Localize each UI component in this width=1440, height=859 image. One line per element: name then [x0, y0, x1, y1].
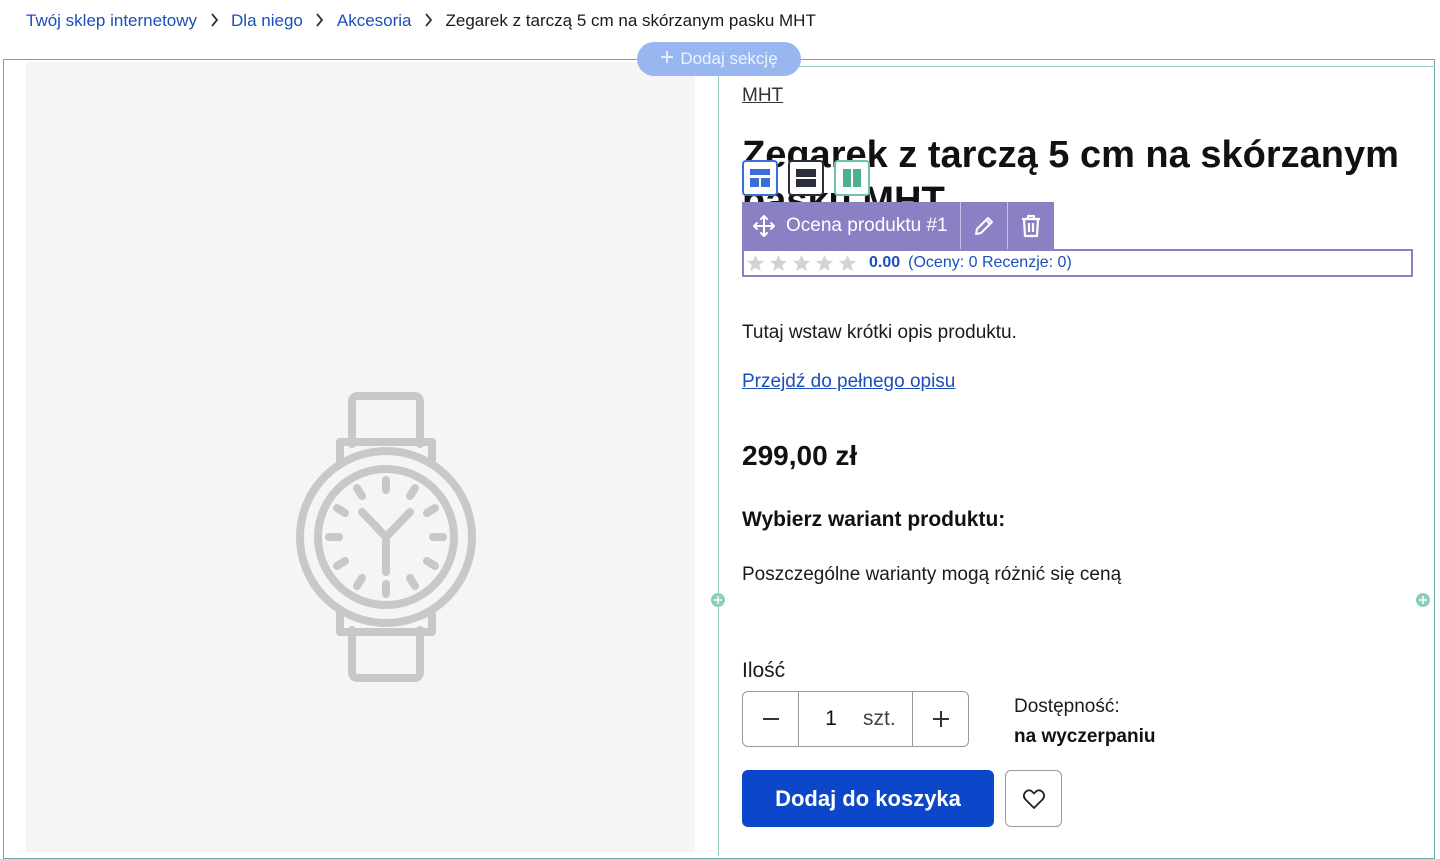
availability-value: na wyczerpaniu — [1014, 726, 1156, 747]
wishlist-button[interactable] — [1005, 770, 1062, 827]
breadcrumb-link-home[interactable]: Twój sklep internetowy — [26, 11, 197, 31]
add-to-cart-button[interactable]: Dodaj do koszyka — [742, 770, 994, 827]
minus-icon — [762, 718, 779, 720]
plus-icon — [714, 596, 722, 604]
star-icon — [792, 254, 811, 271]
quantity-unit: szt. — [863, 707, 896, 730]
trash-icon — [1021, 214, 1040, 238]
plus-icon — [932, 711, 949, 727]
watch-icon — [296, 392, 476, 682]
layout-grid-button[interactable] — [742, 160, 778, 196]
heart-icon — [1022, 788, 1045, 809]
star-icon — [838, 254, 857, 271]
delete-module-button[interactable] — [1006, 202, 1054, 250]
module-label: Ocena produktu #1 — [786, 215, 948, 236]
chevron-right-icon — [412, 11, 446, 31]
brand-link[interactable]: MHT — [742, 85, 783, 107]
variant-heading: Wybierz wariant produktu: — [742, 508, 1006, 531]
layout-columns-icon — [843, 169, 861, 187]
product-image-placeholder[interactable] — [26, 62, 695, 852]
column-resize-handle-right[interactable] — [1416, 593, 1430, 607]
column-resize-handle-left[interactable] — [711, 593, 725, 607]
quantity-increase-button[interactable] — [912, 692, 968, 746]
breadcrumb: Twój sklep internetowy Dla niego Akcesor… — [26, 11, 816, 31]
plus-icon — [1419, 596, 1427, 604]
quantity-label: Ilość — [742, 659, 786, 682]
full-description-link[interactable]: Przejdź do pełnego opisu — [742, 371, 955, 393]
rating-stars — [746, 254, 857, 273]
module-drag-handle[interactable]: Ocena produktu #1 — [742, 202, 960, 250]
quantity-decrease-button[interactable] — [743, 692, 799, 746]
layout-grid-icon — [750, 169, 770, 187]
breadcrumb-link-for-him[interactable]: Dla niego — [231, 11, 303, 31]
chevron-right-icon — [303, 11, 337, 31]
rating-counts[interactable]: (Oceny: 0 Recenzje: 0) — [908, 254, 1072, 272]
chevron-right-icon — [197, 11, 231, 31]
star-icon — [815, 254, 834, 271]
breadcrumb-link-accessories[interactable]: Akcesoria — [337, 11, 412, 31]
move-icon — [753, 215, 775, 237]
variant-note: Poszczególne warianty mogą różnić się ce… — [742, 564, 1122, 585]
plus-icon — [660, 49, 674, 69]
product-price: 299,00 zł — [742, 440, 858, 471]
rating-value: 0.00 — [869, 254, 901, 271]
add-section-label: Dodaj sekcję — [680, 49, 778, 68]
layout-rows-button[interactable] — [788, 160, 824, 196]
star-icon — [769, 254, 788, 271]
layout-rows-icon — [796, 169, 816, 187]
edit-module-button[interactable] — [959, 202, 1007, 250]
quantity-input[interactable] — [799, 706, 863, 732]
product-rating[interactable]: 0.00 (Oceny: 0 Recenzje: 0) — [742, 249, 1413, 277]
breadcrumb-current: Zegarek z tarczą 5 cm na skórzanym pasku… — [445, 11, 816, 30]
availability-label: Dostępność: — [1014, 696, 1120, 717]
star-icon — [746, 254, 765, 271]
pencil-icon — [974, 217, 993, 235]
short-description: Tutaj wstaw krótki opis produktu. — [742, 322, 1017, 343]
quantity-field: szt. — [799, 692, 912, 746]
add-section-button[interactable]: Dodaj sekcję — [637, 42, 801, 76]
module-toolbar: Ocena produktu #1 — [742, 202, 1054, 250]
layout-columns-button[interactable] — [834, 160, 870, 196]
layout-switcher — [742, 160, 870, 196]
quantity-stepper: szt. — [742, 691, 969, 747]
